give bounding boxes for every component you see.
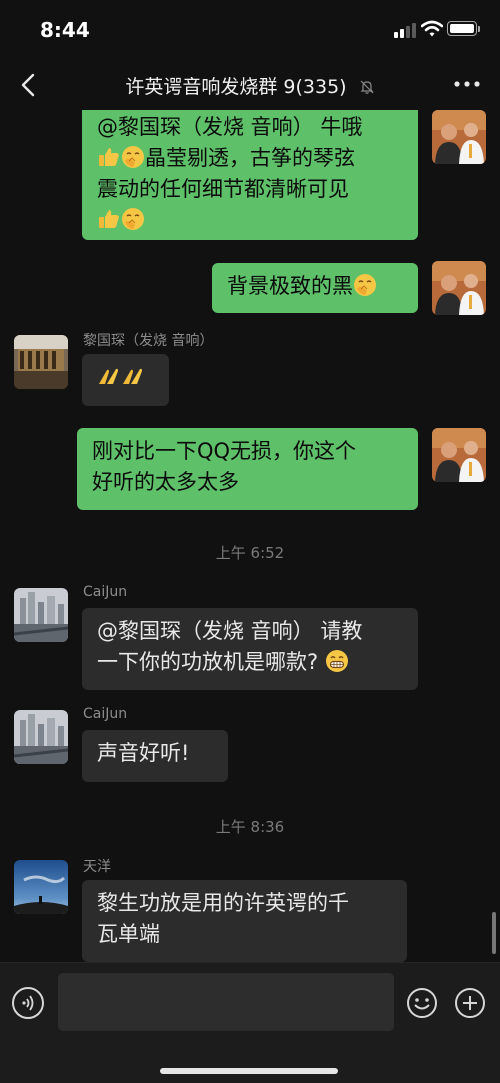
- thumbs-up-emoji: [97, 145, 121, 169]
- status-time: 8:44: [40, 18, 90, 42]
- shush-emoji: [121, 145, 145, 169]
- message-timestamp: 上午 8:36: [215, 818, 285, 836]
- message-bubble-other[interactable]: [82, 354, 169, 406]
- shush-emoji: [353, 273, 377, 297]
- shush-emoji: [121, 207, 145, 231]
- message-text: 声音好听!: [97, 741, 190, 765]
- avatar-mine[interactable]: [432, 261, 486, 315]
- chat-header: 许英谔音响发烧群 9(335): [0, 58, 500, 110]
- avatar-sender[interactable]: [14, 335, 68, 389]
- avatar-sender[interactable]: [14, 860, 68, 914]
- mute-bell-icon: [360, 80, 374, 94]
- message-bubble-mine[interactable]: 刚对比一下QQ无损，你这个 好听的太多太多: [77, 428, 418, 510]
- back-icon[interactable]: [14, 70, 44, 100]
- message-bubble-other[interactable]: 声音好听!: [82, 730, 228, 782]
- status-bar: 8:44: [0, 0, 500, 58]
- message-line: [97, 205, 403, 236]
- avatar-mine[interactable]: [432, 110, 486, 164]
- message-bubble-mine[interactable]: 背景极致的黑: [212, 263, 418, 313]
- message-text: 一下你的功放机是哪款?: [97, 650, 319, 674]
- home-indicator: [160, 1068, 338, 1074]
- message-line: 黎生功放是用的许英谔的千: [97, 891, 349, 915]
- avatar-sender[interactable]: [14, 710, 68, 764]
- input-toolbar: [0, 962, 500, 1083]
- message-bubble-other[interactable]: @黎国琛（发烧 音响） 请教 一下你的功放机是哪款?: [82, 608, 418, 690]
- message-timestamp: 上午 6:52: [215, 544, 285, 562]
- message-text: 背景极致的黑: [227, 274, 353, 298]
- message-list[interactable]: @黎国琛（发烧 音响） 牛哦 晶莹剔透，古筝的琴弦 震动的任何细节都清晰可见 背…: [0, 110, 500, 962]
- message-line: @黎国琛（发烧 音响） 牛哦: [97, 115, 363, 139]
- sender-name: CaiJun: [83, 584, 128, 600]
- clap-emoji: [121, 364, 145, 388]
- message-line: 晶莹剔透，古筝的琴弦: [97, 143, 403, 174]
- more-icon[interactable]: [450, 72, 484, 96]
- chat-title-text: 许英谔音响发烧群 9(335): [125, 76, 347, 98]
- sender-name: 黎国琛（发烧 音响）: [83, 333, 214, 349]
- avatar-mine[interactable]: [432, 428, 486, 482]
- chat-title: 许英谔音响发烧群 9(335): [60, 72, 440, 99]
- message-line: 好听的太多太多: [92, 470, 239, 494]
- cellular-signal-icon: [394, 22, 418, 38]
- grin-emoji: [325, 649, 349, 673]
- battery-icon: [447, 21, 477, 36]
- message-input[interactable]: [58, 973, 394, 1031]
- voice-icon[interactable]: [12, 987, 44, 1019]
- message-line: 瓦单端: [97, 922, 160, 946]
- battery-cap: [478, 26, 480, 32]
- emoji-icon[interactable]: [406, 987, 438, 1019]
- scrollbar-thumb[interactable]: [492, 912, 496, 954]
- thumbs-up-emoji: [97, 207, 121, 231]
- message-bubble-mine[interactable]: @黎国琛（发烧 音响） 牛哦 晶莹剔透，古筝的琴弦 震动的任何细节都清晰可见: [82, 110, 418, 240]
- message-line: 震动的任何细节都清晰可见: [97, 177, 349, 201]
- plus-icon[interactable]: [454, 987, 486, 1019]
- wifi-icon: [421, 20, 443, 37]
- message-line: 一下你的功放机是哪款?: [97, 647, 403, 678]
- message-line: @黎国琛（发烧 音响） 请教: [97, 619, 363, 643]
- message-line: 刚对比一下QQ无损，你这个: [92, 439, 357, 463]
- message-bubble-other[interactable]: 黎生功放是用的许英谔的千 瓦单端: [82, 880, 407, 962]
- avatar-sender[interactable]: [14, 588, 68, 642]
- sender-name: CaiJun: [83, 706, 128, 722]
- sender-name: 天洋: [83, 859, 111, 875]
- message-text: 晶莹剔透，古筝的琴弦: [145, 146, 355, 170]
- clap-emoji: [97, 364, 121, 388]
